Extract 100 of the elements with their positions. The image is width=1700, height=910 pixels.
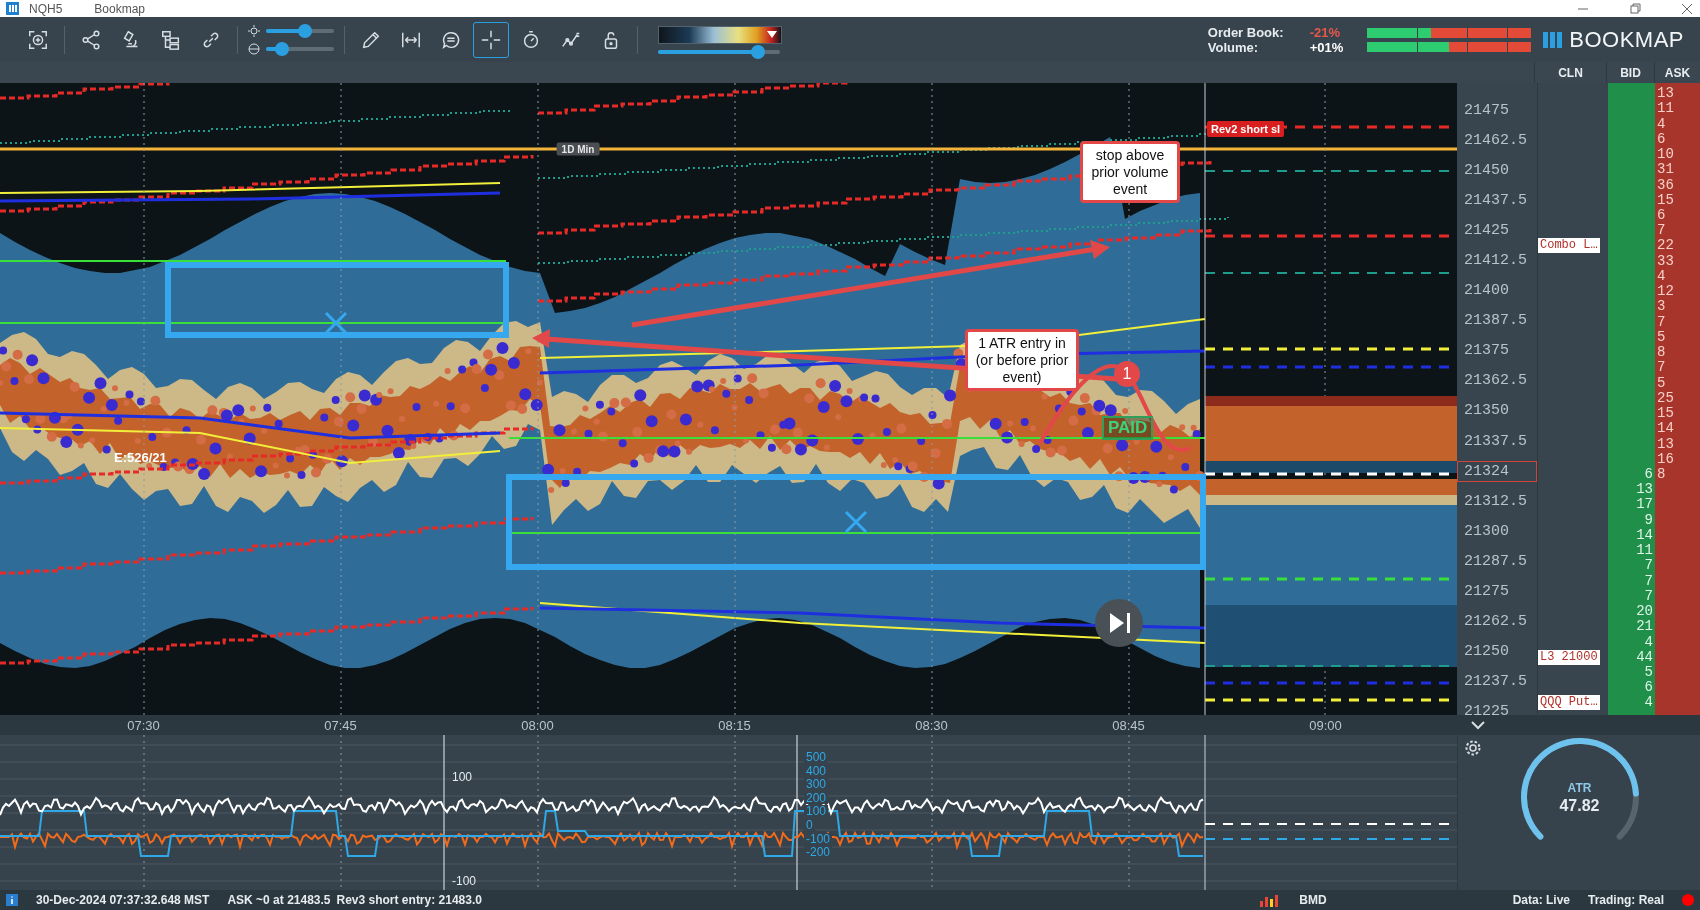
price-label: 21275 [1463,582,1510,603]
bid-size: 7 [1644,573,1653,589]
axis-label: 300 [804,778,829,791]
status-text: Rev3 short entry: 21483.0 [336,893,482,907]
time-label: 07:30 [126,717,161,733]
brightness-icon [248,24,260,37]
axis-label: -100 [804,832,833,845]
ask-size: 3 [1657,299,1666,315]
ask-size: 31 [1657,162,1674,178]
ask-size: 16 [1657,451,1674,467]
bid-size: 5 [1644,665,1653,680]
crosshair-icon [480,28,502,51]
color-scale-dropdown[interactable] [658,25,782,44]
gauge-value: 47.82 [1559,797,1600,814]
bid-size: 11 [1636,543,1653,559]
ask-size: 5 [1657,375,1666,391]
ask-size: 6 [1657,208,1666,223]
axis-label: 500 [804,751,829,763]
slider-thumb[interactable] [751,44,766,59]
price-label: 21237.5 [1463,672,1528,693]
tree-icon [160,28,182,51]
ask-size: 14 [1657,421,1674,437]
bid-size: 14 [1636,527,1653,543]
ask-size: 36 [1657,177,1674,193]
x-mark [324,311,348,335]
ask-size: 10 [1657,147,1674,163]
axis-label: 200 [804,791,829,804]
status-text: BMD [1299,893,1327,907]
logo-icon [1543,29,1564,50]
bid-size: 4 [1644,634,1653,650]
restore-icon[interactable] [1628,2,1642,15]
time-label: 08:15 [717,717,752,733]
axis-label: -200 [804,846,833,859]
price-label: 21437.5 [1463,190,1528,211]
ask-size: 33 [1657,253,1674,269]
zoom-fit-icon [27,28,49,51]
bid-size: 6 [1644,680,1653,696]
caret-icon [767,31,777,38]
bid-size: 9 [1644,512,1653,528]
ask-size: 25 [1657,390,1674,406]
status-text: Data: Live [1512,893,1570,907]
bid-size: 20 [1636,604,1653,620]
chevron-icon[interactable] [1471,720,1485,730]
time-label: 08:30 [914,717,949,733]
level-label: L3 21000 [1538,649,1600,665]
axis-label: 100 [804,805,829,818]
price-label: 21300 [1463,521,1510,542]
chart-label: PAID [1102,416,1154,440]
ask-size: 7 [1657,360,1666,376]
status-text: ASK ~0 at 21483.5 [227,893,331,907]
ask-size: 5 [1657,329,1666,345]
status-text: Trading: Real [1588,893,1664,907]
ask-size: 7 [1657,314,1666,330]
toolbar-button[interactable] [473,21,509,58]
axis-label: 100 [452,770,473,784]
axis-label: -100 [452,874,477,888]
slider-thumb[interactable] [298,23,313,38]
bid-size: 13 [1636,482,1653,498]
bid-size: 7 [1644,588,1653,604]
sentiment-value: +01% [1309,39,1344,55]
time-label: 07:45 [323,717,358,733]
settings-icon[interactable] [1464,739,1482,757]
app-name: Bookmap [94,1,146,16]
event-label: E:526/21 [114,449,167,465]
ask-size: 7 [1657,223,1666,239]
annotation-callout: 1 ATR entry in (or before prior event) [965,329,1079,392]
axis-label: 0 [804,818,815,831]
price-label: 21362.5 [1463,371,1528,392]
window-title: NQH5 [29,1,63,16]
ask-size: 12 [1657,284,1674,300]
logo-text: BOOKMAP [1569,26,1684,53]
ask-size: 8 [1657,466,1666,482]
price-label: 21262.5 [1463,612,1528,633]
slider-thumb[interactable] [275,41,290,56]
x-mark [844,510,868,534]
price-label: 21250 [1463,642,1510,663]
bid-size: 44 [1636,649,1653,665]
price-label: 21450 [1463,160,1510,181]
annotation-callout: stop above prior volume event [1080,141,1180,204]
bid-size: 17 [1636,497,1653,513]
ask-size: 8 [1657,345,1666,361]
bid-size: 6 [1644,466,1653,482]
skip-forward-button[interactable] [1095,599,1143,647]
price-label: 21225 [1463,702,1510,715]
chart-label: 1D Min [556,142,600,156]
ask-size: 4 [1657,116,1666,132]
ask-size: 13 [1657,436,1674,452]
time-label: 08:45 [1111,717,1146,733]
info-icon[interactable] [6,894,18,906]
close-icon[interactable] [1680,2,1694,15]
sentiment-value: -21% [1309,24,1341,40]
price-label: 21400 [1463,281,1510,302]
price-label: 21387.5 [1463,311,1528,332]
bid-size: 4 [1644,695,1653,711]
gauge-label: ATR [1567,781,1592,795]
sentiment-label: Order Book: [1207,24,1284,40]
price-label: 21287.5 [1463,551,1528,572]
ask-size: 11 [1657,101,1674,117]
status-dot [1682,894,1694,906]
price-label: 21412.5 [1463,251,1528,271]
